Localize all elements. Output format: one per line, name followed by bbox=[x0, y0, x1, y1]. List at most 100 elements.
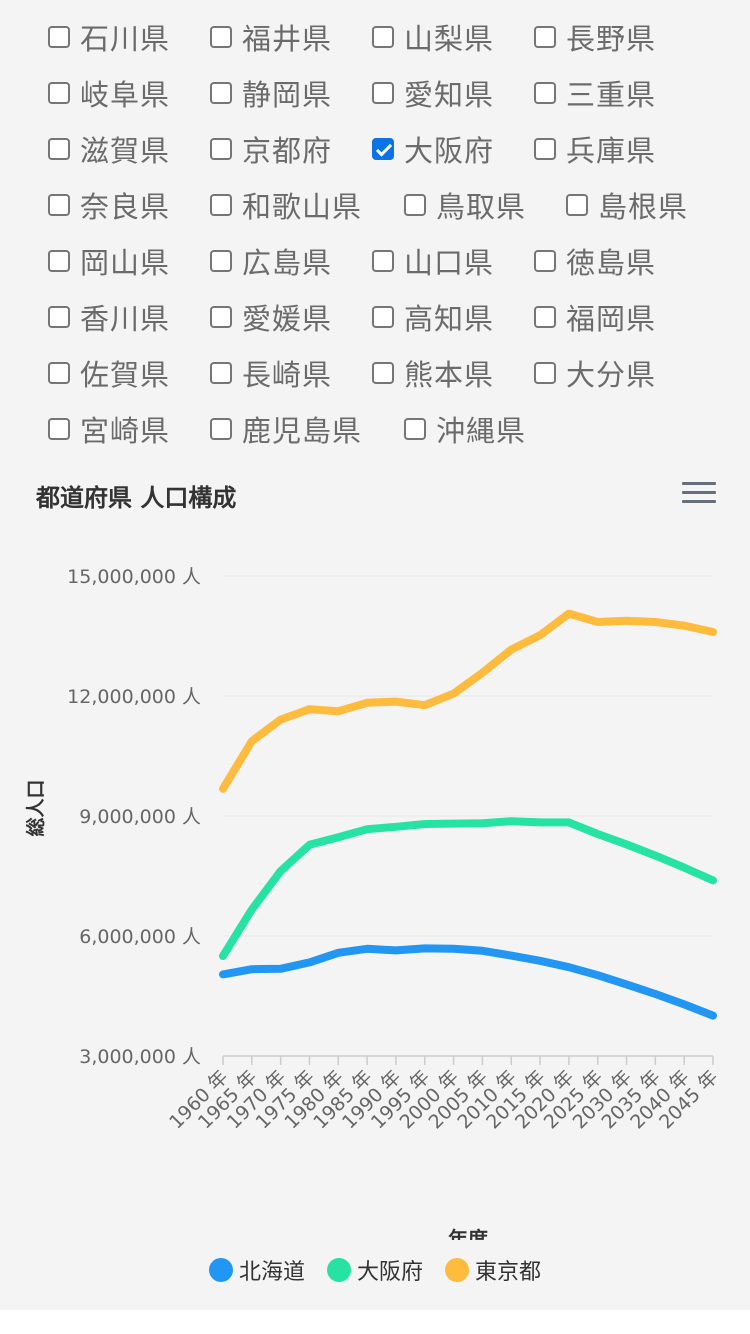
y-tick-label: 6,000,000 人 bbox=[79, 926, 201, 948]
checkbox[interactable] bbox=[210, 82, 232, 104]
prefecture-label: 静岡県 bbox=[242, 78, 333, 112]
prefecture-checkbox-item[interactable]: 福井県 bbox=[210, 17, 332, 57]
prefecture-label: 愛知県 bbox=[404, 78, 495, 112]
prefecture-checkbox-item[interactable]: 香川県 bbox=[48, 297, 170, 337]
prefecture-checkbox-item[interactable]: 宮崎県 bbox=[48, 409, 170, 449]
prefecture-checkbox-item[interactable]: 愛知県 bbox=[372, 73, 494, 113]
prefecture-label: 奈良県 bbox=[80, 190, 171, 224]
prefecture-checkbox-item[interactable]: 高知県 bbox=[372, 297, 494, 337]
legend-label: 大阪府 bbox=[356, 1260, 423, 1285]
checkbox[interactable] bbox=[534, 138, 556, 160]
series-line-2 bbox=[219, 609, 717, 793]
legend-item[interactable]: 大阪府 bbox=[326, 1254, 423, 1286]
prefecture-checkbox-item[interactable]: 島根県 bbox=[566, 185, 688, 225]
prefecture-label: 京都府 bbox=[242, 134, 333, 168]
checkbox[interactable] bbox=[210, 26, 232, 48]
prefecture-label: 和歌山県 bbox=[242, 190, 363, 224]
checkbox[interactable] bbox=[404, 418, 426, 440]
checkbox[interactable] bbox=[372, 306, 394, 328]
checkbox[interactable] bbox=[48, 138, 70, 160]
prefecture-label: 滋賀県 bbox=[80, 134, 171, 168]
prefecture-checkbox-item[interactable]: 石川県 bbox=[48, 17, 170, 57]
checkbox[interactable] bbox=[534, 362, 556, 384]
prefecture-checkbox-item[interactable]: 徳島県 bbox=[534, 241, 656, 281]
prefecture-label: 高知県 bbox=[404, 302, 495, 336]
prefecture-checkbox-item[interactable]: 山口県 bbox=[372, 241, 494, 281]
checkbox[interactable] bbox=[534, 26, 556, 48]
checkbox[interactable] bbox=[372, 26, 394, 48]
prefecture-label: 大阪府 bbox=[404, 134, 495, 168]
checkbox[interactable] bbox=[48, 362, 70, 384]
prefecture-checkbox-item[interactable]: 兵庫県 bbox=[534, 129, 656, 169]
prefecture-checkbox-item[interactable]: 京都府 bbox=[210, 129, 332, 169]
prefecture-label: 山口県 bbox=[404, 246, 495, 280]
prefecture-checkbox-item[interactable]: 和歌山県 bbox=[210, 185, 362, 225]
prefecture-checkbox-item[interactable]: 岐阜県 bbox=[48, 73, 170, 113]
x-axis-title: 年度 bbox=[448, 1227, 489, 1240]
prefecture-label: 岐阜県 bbox=[80, 78, 171, 112]
legend-item[interactable]: 東京都 bbox=[445, 1254, 541, 1286]
checkbox[interactable] bbox=[534, 250, 556, 272]
prefecture-label: 鹿児島県 bbox=[242, 414, 363, 448]
prefecture-label: 鳥取県 bbox=[436, 190, 527, 224]
legend-label: 北海道 bbox=[238, 1260, 305, 1285]
hamburger-menu-icon[interactable] bbox=[682, 482, 716, 510]
prefecture-checkbox-item[interactable]: 大分県 bbox=[534, 353, 656, 393]
checkbox[interactable] bbox=[404, 194, 426, 216]
prefecture-checkbox-item[interactable]: 愛媛県 bbox=[210, 297, 332, 337]
prefecture-checkbox-item[interactable]: 鹿児島県 bbox=[210, 409, 362, 449]
legend-color-dot bbox=[445, 1258, 469, 1282]
prefecture-checkbox-item[interactable]: 三重県 bbox=[534, 73, 656, 113]
checkbox[interactable] bbox=[210, 418, 232, 440]
prefecture-checkbox-item[interactable]: 滋賀県 bbox=[48, 129, 170, 169]
prefecture-label: 香川県 bbox=[80, 302, 171, 336]
prefecture-checkbox-item[interactable]: 沖縄県 bbox=[404, 409, 526, 449]
prefecture-label: 石川県 bbox=[80, 22, 171, 56]
prefecture-label: 沖縄県 bbox=[436, 414, 527, 448]
prefecture-checkbox-list: 石川県 福井県 山梨県 長野県岐阜県 静岡県 愛知県 三重県滋賀県 京都府 大阪府 兵庫県奈良県 和… bbox=[0, 0, 750, 460]
prefecture-checkbox-item[interactable]: 岡山県 bbox=[48, 241, 170, 281]
checkbox[interactable] bbox=[372, 138, 394, 160]
checkbox[interactable] bbox=[48, 250, 70, 272]
prefecture-checkbox-item[interactable]: 大阪府 bbox=[372, 129, 494, 169]
chart-title: 都道府県 人口構成 bbox=[36, 484, 237, 512]
prefecture-label: 徳島県 bbox=[566, 246, 657, 280]
checkbox[interactable] bbox=[534, 82, 556, 104]
series-line-0 bbox=[219, 944, 717, 1020]
chart-legend: 北海道 大阪府 東京都 bbox=[0, 1254, 750, 1286]
prefecture-checkbox-item[interactable]: 長崎県 bbox=[210, 353, 332, 393]
population-line-chart: 3,000,000 人 6,000,000 人 9,000,000 人 12,000,… bbox=[24, 566, 723, 1240]
checkbox[interactable] bbox=[48, 82, 70, 104]
checkbox[interactable] bbox=[48, 194, 70, 216]
checkbox[interactable] bbox=[372, 82, 394, 104]
prefecture-label: 岡山県 bbox=[80, 246, 171, 280]
legend-label: 東京都 bbox=[475, 1260, 542, 1285]
prefecture-checkbox-item[interactable]: 熊本県 bbox=[372, 353, 494, 393]
checkbox[interactable] bbox=[210, 194, 232, 216]
checkbox[interactable] bbox=[210, 306, 232, 328]
checkbox[interactable] bbox=[210, 362, 232, 384]
checkbox[interactable] bbox=[372, 250, 394, 272]
y-tick-label: 12,000,000 人 bbox=[67, 686, 201, 708]
checkbox[interactable] bbox=[210, 250, 232, 272]
prefecture-checkbox-item[interactable]: 広島県 bbox=[210, 241, 332, 281]
prefecture-checkbox-item[interactable]: 奈良県 bbox=[48, 185, 170, 225]
prefecture-label: 長野県 bbox=[566, 22, 657, 56]
prefecture-checkbox-item[interactable]: 鳥取県 bbox=[404, 185, 526, 225]
checkbox[interactable] bbox=[48, 306, 70, 328]
legend-item[interactable]: 北海道 bbox=[208, 1254, 305, 1286]
checkbox[interactable] bbox=[566, 194, 588, 216]
checkbox[interactable] bbox=[48, 418, 70, 440]
prefecture-label: 福岡県 bbox=[566, 302, 657, 336]
prefecture-checkbox-item[interactable]: 山梨県 bbox=[372, 17, 494, 57]
prefecture-checkbox-item[interactable]: 福岡県 bbox=[534, 297, 656, 337]
prefecture-checkbox-item[interactable]: 佐賀県 bbox=[48, 353, 170, 393]
checkbox[interactable] bbox=[372, 362, 394, 384]
prefecture-checkbox-item[interactable]: 静岡県 bbox=[210, 73, 332, 113]
checkbox[interactable] bbox=[48, 26, 70, 48]
checkbox[interactable] bbox=[210, 138, 232, 160]
prefecture-label: 宮崎県 bbox=[80, 414, 171, 448]
checkbox[interactable] bbox=[534, 306, 556, 328]
y-tick-label: 9,000,000 人 bbox=[79, 806, 201, 828]
prefecture-checkbox-item[interactable]: 長野県 bbox=[534, 17, 656, 57]
